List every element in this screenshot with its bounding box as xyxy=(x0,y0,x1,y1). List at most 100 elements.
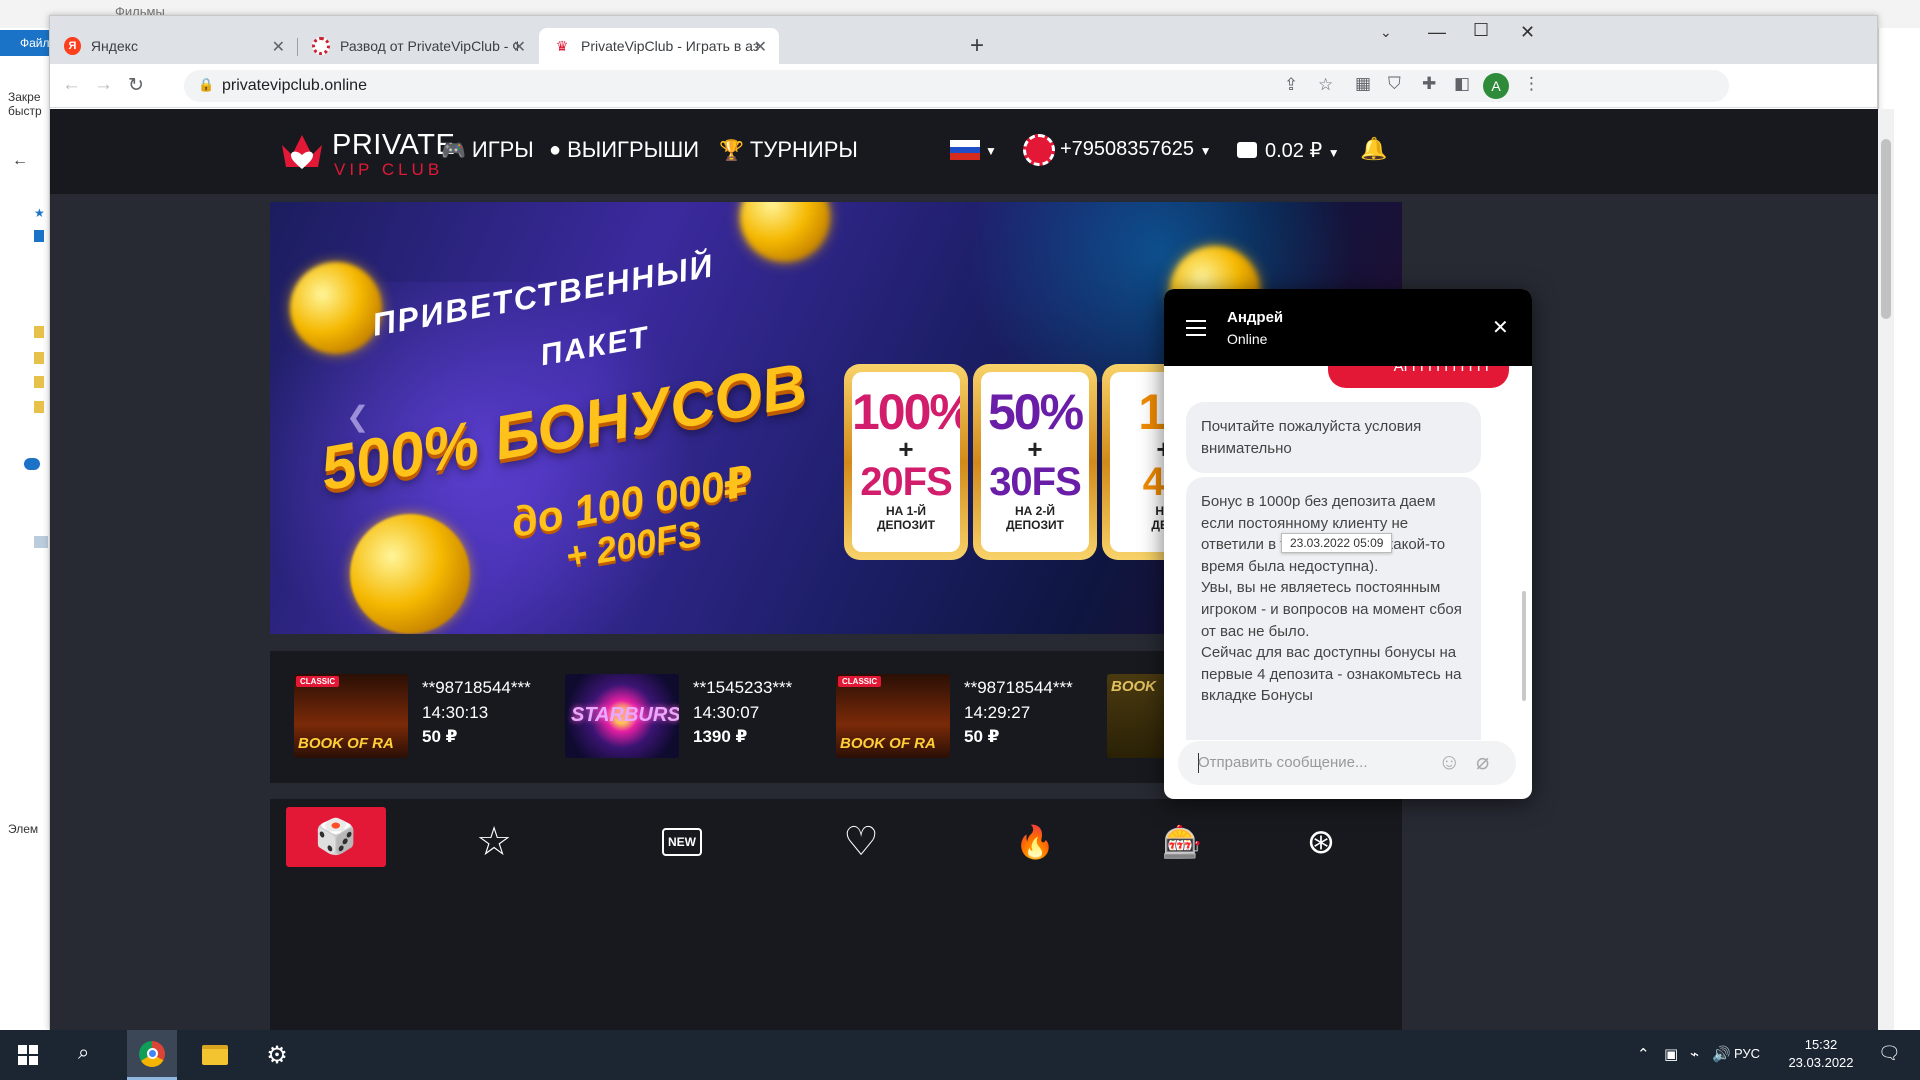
winner-time: 14:30:13 xyxy=(422,703,489,722)
onedrive-icon[interactable] xyxy=(24,458,40,470)
nav-tournaments-label: ТУРНИРЫ xyxy=(749,137,858,162)
roulette-icon: ⊛ xyxy=(1306,823,1336,861)
gamepad-icon: 🎮 xyxy=(441,139,466,162)
account-phone[interactable]: +79508357625 ▼ xyxy=(1060,138,1212,161)
new-tab-button[interactable]: + xyxy=(970,32,984,60)
crown-logo-icon xyxy=(282,135,322,169)
clock[interactable]: 15:32 23.03.2022 xyxy=(1776,1036,1866,1072)
shield-extension-icon[interactable]: ⛉ xyxy=(1388,74,1401,94)
menu-dots-icon[interactable]: ⋮ xyxy=(1523,74,1540,94)
back-arrow-icon[interactable]: ← xyxy=(12,152,28,170)
tab-search-icon[interactable]: ⌄ xyxy=(1380,24,1392,41)
chevron-up-icon[interactable]: ⌃ xyxy=(1637,1045,1650,1063)
sidepanel-icon[interactable]: ◧ xyxy=(1454,74,1470,94)
category-live[interactable]: ⊛ xyxy=(1291,817,1351,867)
timestamp-tooltip: 23.03.2022 05:09 xyxy=(1281,533,1393,553)
back-icon[interactable]: ← xyxy=(62,74,81,96)
coin-decoration xyxy=(290,262,382,354)
language-flag[interactable] xyxy=(950,140,980,160)
lock-icon[interactable]: 🔒 xyxy=(198,77,214,93)
category-all-games[interactable]: 🎲 xyxy=(286,807,386,867)
logo-text-vip: VIP CLUB xyxy=(334,160,444,179)
bell-icon[interactable]: 🔔 xyxy=(1360,136,1387,162)
folder-icon[interactable] xyxy=(34,326,44,338)
nav-tournaments[interactable]: 🏆 ТУРНИРЫ xyxy=(719,137,858,163)
account-phone-text: +79508357625 xyxy=(1060,138,1195,160)
slider-prev-icon[interactable]: ❮ xyxy=(346,400,369,433)
agent-name: Андрей xyxy=(1227,309,1284,326)
reel-plus: + xyxy=(898,434,914,464)
bookmark-star-icon[interactable]: ☆ xyxy=(1318,75,1333,95)
close-tab-icon[interactable]: ✕ xyxy=(272,37,285,57)
taskbar-explorer[interactable] xyxy=(190,1030,240,1080)
winner-amount: 50 ₽ xyxy=(422,727,458,746)
classic-badge: CLASSIC xyxy=(838,676,882,687)
coin-decoration xyxy=(740,202,830,262)
meet-icon[interactable]: ▣ xyxy=(1664,1045,1678,1063)
forum-icon xyxy=(312,37,330,55)
folder-icon[interactable] xyxy=(34,352,44,364)
category-liked[interactable]: ♡ xyxy=(831,817,891,867)
attach-icon[interactable]: ⌀ xyxy=(1476,749,1489,775)
search-icon[interactable]: ⌕ xyxy=(78,1042,89,1065)
url-text: privatevipclub.online xyxy=(222,77,367,94)
tab-privatevipclub[interactable]: ♛ PrivateVipClub - Играть в азартные ✕ xyxy=(539,28,779,64)
tab-yandex[interactable]: Я Яндекс ✕ xyxy=(50,28,297,64)
game-thumbnail[interactable]: CLASSIC BOOK OF RA xyxy=(836,674,950,758)
close-tab-icon[interactable]: ✕ xyxy=(754,37,767,57)
category-popular[interactable]: 🔥 xyxy=(1005,817,1065,867)
extension-icon[interactable]: ▦ xyxy=(1355,74,1371,94)
chevron-down-icon: ▼ xyxy=(1199,144,1212,158)
new-badge-icon: NEW xyxy=(662,828,702,856)
chat-input-field[interactable]: Отправить сообщение... ☺ ⌀ xyxy=(1178,741,1516,785)
tab-forum[interactable]: Развод от PrivateVipClub - Форум ✕ xyxy=(298,28,538,64)
nav-games[interactable]: 🎮 ИГРЫ xyxy=(441,137,534,163)
notifications-icon[interactable]: 🗨 xyxy=(1878,1043,1901,1064)
close-tab-icon[interactable]: ✕ xyxy=(513,37,526,57)
volume-icon[interactable]: 🔊 xyxy=(1712,1045,1731,1063)
game-categories: 🎲 ☆ NEW ♡ 🔥 🎰 ⊛ xyxy=(270,799,1402,1031)
close-icon[interactable]: ✕ xyxy=(1492,315,1509,340)
category-favorites[interactable]: ☆ xyxy=(464,817,524,867)
taskbar-settings[interactable]: ⚙ xyxy=(252,1030,302,1080)
reel-deposit-line1: НА 1-Й xyxy=(886,504,926,518)
profile-avatar[interactable]: A xyxy=(1483,73,1509,99)
windows-start-icon[interactable] xyxy=(18,1045,38,1065)
game-thumbnail[interactable]: STARBURST xyxy=(565,674,679,758)
game-thumbnail[interactable]: CLASSIC BOOK OF RA xyxy=(294,674,408,758)
scrollbar-thumb[interactable] xyxy=(1881,139,1891,319)
puzzle-icon[interactable]: ✚ xyxy=(1422,74,1436,94)
nav-wins[interactable]: ● ВЫИГРЫШИ xyxy=(549,137,699,163)
forward-icon[interactable]: → xyxy=(94,74,113,96)
maximize-button[interactable]: ☐ xyxy=(1473,20,1489,41)
tab-label: Яндекс xyxy=(90,38,138,54)
share-icon[interactable]: ⇪ xyxy=(1284,75,1298,95)
coin-decoration xyxy=(350,514,470,634)
category-new[interactable]: NEW xyxy=(652,817,712,867)
this-pc-icon[interactable] xyxy=(34,536,48,548)
emoji-icon[interactable]: ☺ xyxy=(1438,749,1460,775)
chat-scrollbar[interactable] xyxy=(1522,591,1526,701)
network-icon[interactable]: ⌁ xyxy=(1690,1045,1699,1063)
reload-icon[interactable]: ↻ xyxy=(128,74,144,97)
explorer-items-count: Элем xyxy=(8,822,39,836)
chat-messages[interactable]: АГГГГГГГГГГГ Почитайте пожалуйста услови… xyxy=(1164,366,1532,740)
balance-button[interactable]: 0.02 ₽ ▼ xyxy=(1237,138,1340,163)
star-icon[interactable]: ★ xyxy=(34,206,45,220)
reel-plus: + xyxy=(1027,434,1043,464)
input-language[interactable]: РУС xyxy=(1734,1046,1760,1061)
winner-time: 14:29:27 xyxy=(964,703,1031,722)
page-scrollbar[interactable] xyxy=(1878,109,1894,1031)
poker-chip-avatar-icon[interactable] xyxy=(1023,134,1055,166)
category-slots[interactable]: 🎰 xyxy=(1152,817,1212,867)
reel-percent: 50% xyxy=(987,384,1084,440)
minimize-button[interactable]: — xyxy=(1428,22,1446,43)
folder-icon[interactable] xyxy=(34,401,44,413)
close-window-button[interactable]: ✕ xyxy=(1520,22,1535,43)
desktop-icon[interactable] xyxy=(34,230,44,242)
taskbar-chrome[interactable] xyxy=(127,1030,177,1080)
folder-icon[interactable] xyxy=(34,376,44,388)
chevron-down-icon[interactable]: ▼ xyxy=(985,144,997,158)
gear-icon: ⚙ xyxy=(266,1041,288,1069)
menu-icon[interactable] xyxy=(1186,320,1206,336)
